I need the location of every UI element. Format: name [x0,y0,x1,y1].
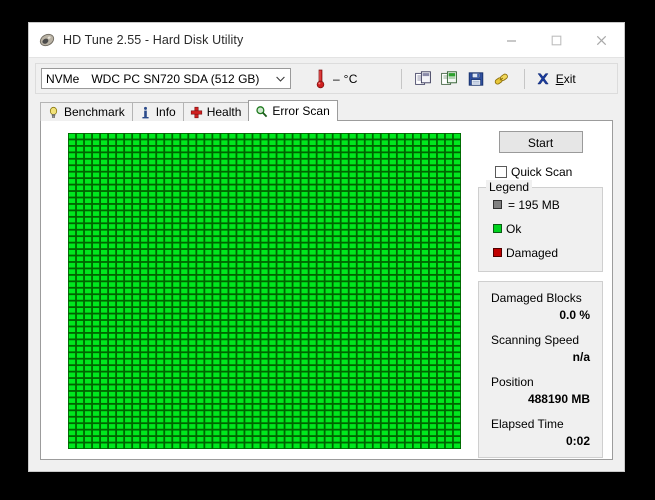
quick-scan-label: Quick Scan [511,165,573,179]
stat-position: Position 488190 MB [491,375,592,406]
stat-elapsed-time: Elapsed Time 0:02 [491,417,592,448]
copy-icon [415,70,432,85]
drive-interface: NVMe [46,71,80,86]
drive-select[interactable]: NVMe WDC PC SN720 SDA (512 GB) [41,68,291,89]
legend-swatch-block [493,200,502,209]
tab-info[interactable]: Info [131,102,184,121]
hdtune-disk-icon [39,33,55,47]
tab-strip: Benchmark Info Health Error Scan [40,100,624,121]
toolbar: NVMe WDC PC SN720 SDA (512 GB) – °C Exit [35,63,618,94]
stat-damaged-blocks-value: 0.0 % [559,308,590,322]
copy-button[interactable] [411,67,437,91]
stat-elapsed-time-value: 0:02 [565,434,590,448]
toolbar-separator-2 [523,68,525,89]
window-title: HD Tune 2.55 - Hard Disk Utility [63,33,244,47]
copy-color-button[interactable] [437,67,463,91]
start-button[interactable]: Start [498,131,583,153]
lightbulb-icon [49,106,58,118]
close-icon [596,35,607,45]
tab-error-scan[interactable]: Error Scan [248,100,338,121]
stat-damaged-blocks-label: Damaged Blocks [491,291,582,305]
toolbar-separator-1 [400,68,402,89]
close-button[interactable] [579,23,624,57]
tab-benchmark[interactable]: Benchmark [40,102,133,121]
stat-position-label: Position [491,375,534,389]
exit-button[interactable]: Exit [534,67,582,91]
legend-label-damaged: Damaged [506,245,559,260]
health-cross-icon [190,106,202,118]
legend-item-damaged: Damaged [493,245,602,260]
stat-scanning-speed-value: n/a [572,350,590,364]
magnifier-icon [256,105,268,117]
legend-item-block: = 195 MB [493,197,602,212]
scan-grid [68,133,461,449]
tab-error-scan-label: Error Scan [272,104,330,118]
chevron-down-icon [276,69,285,88]
exit-x-icon [536,72,549,84]
window-controls [489,23,624,57]
minimize-icon [507,39,516,42]
drive-model: WDC PC SN720 SDA (512 GB) [91,71,260,86]
stat-scanning-speed: Scanning Speed n/a [491,333,592,364]
legend-label-ok: Ok [506,221,522,236]
maximize-icon [551,35,562,45]
hd-tune-window: HD Tune 2.55 - Hard Disk Utility NVMe WD… [28,22,625,472]
toolbar-icons: Exit [392,67,582,91]
legend-group: Legend = 195 MB Ok Damaged [478,180,603,272]
legend-label-block: = 195 MB [508,197,560,212]
client-area: NVMe WDC PC SN720 SDA (512 GB) – °C Exit… [29,57,624,471]
scan-stats-group: Damaged Blocks 0.0 % Scanning Speed n/a … [478,281,603,458]
tab-benchmark-label: Benchmark [64,105,125,119]
legend-title: Legend [486,180,533,194]
tab-health-label: Health [206,105,242,119]
maximize-button[interactable] [534,23,579,57]
temperature-value: – °C [333,71,358,86]
stat-position-value: 488190 MB [527,392,590,406]
temperature-indicator: – °C [315,69,358,89]
stat-damaged-blocks: Damaged Blocks 0.0 % [491,291,592,322]
tab-info-label: Info [155,105,176,119]
copy-color-icon [441,70,458,85]
legend-swatch-ok [493,224,502,233]
thermometer-icon [316,69,325,88]
scan-block-map[interactable] [68,133,461,449]
legend-swatch-damaged [493,248,502,257]
title-bar: HD Tune 2.55 - Hard Disk Utility [29,23,624,57]
stat-scanning-speed-label: Scanning Speed [491,333,580,347]
save-icon [468,71,483,86]
scan-controls-panel: Start Quick Scan Legend = 195 MB Ok Dama… [478,131,603,458]
minimize-button[interactable] [489,23,534,57]
error-scan-page: Start Quick Scan Legend = 195 MB Ok Dama… [40,120,613,460]
link-button[interactable] [489,67,515,91]
quick-scan-checkbox[interactable] [495,166,507,178]
quick-scan-row[interactable]: Quick Scan [495,165,603,179]
stat-elapsed-time-label: Elapsed Time [491,417,564,431]
save-button[interactable] [463,67,489,91]
info-icon [142,106,149,118]
exit-label: Exit [555,71,576,86]
tab-health[interactable]: Health [182,102,250,121]
link-icon [494,73,509,85]
legend-item-ok: Ok [493,221,602,236]
